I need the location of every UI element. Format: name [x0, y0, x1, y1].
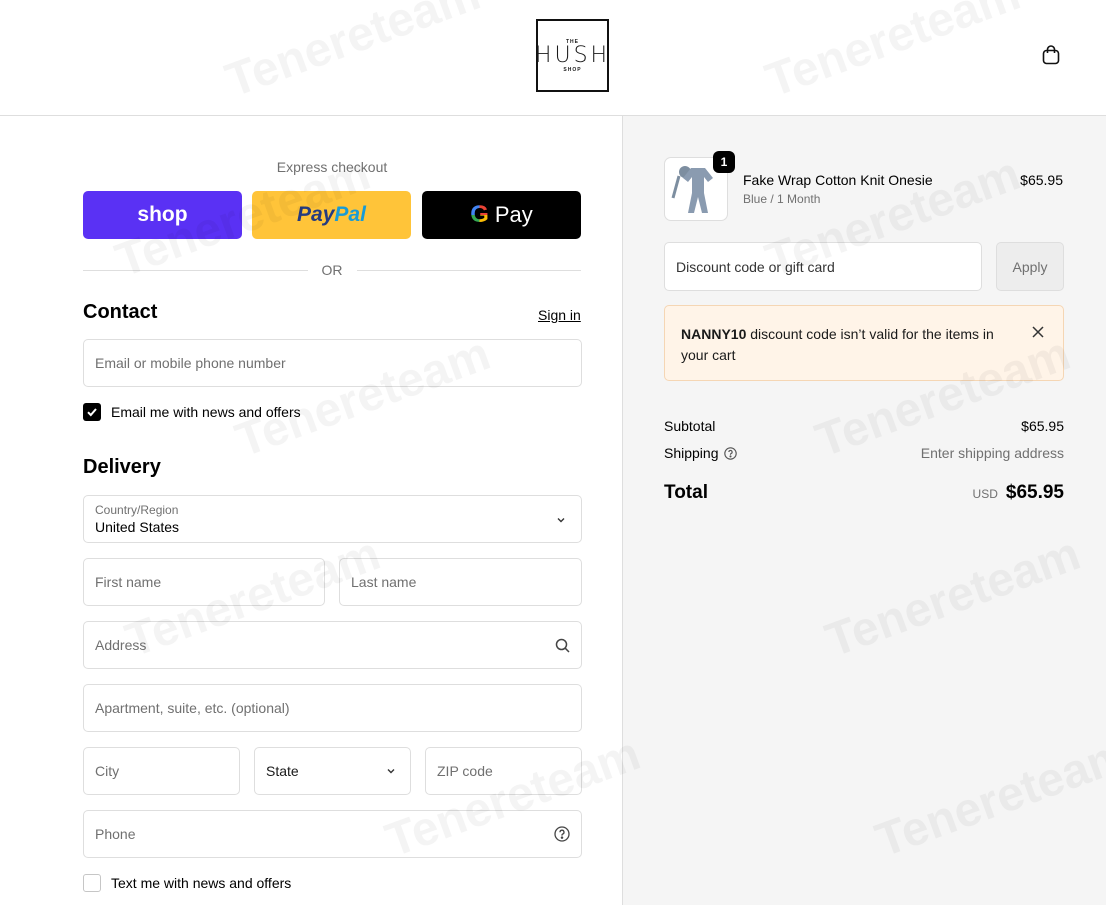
email-placeholder: Email or mobile phone number — [95, 355, 286, 371]
total-label: Total — [664, 482, 708, 503]
google-pay-label: Pay — [494, 202, 533, 227]
or-label: OR — [321, 262, 343, 278]
express-checkout-title: Express checkout — [276, 159, 388, 175]
phone-field[interactable]: Phone — [83, 810, 582, 858]
discount-code-text: NANNY10 — [681, 326, 747, 342]
total-value: $65.95 — [1005, 482, 1064, 503]
email-field[interactable]: Email or mobile phone number — [83, 339, 582, 387]
apartment-placeholder: Apartment, suite, etc. (optional) — [95, 700, 290, 716]
first-name-field[interactable]: First name — [83, 558, 325, 606]
help-icon[interactable] — [554, 826, 570, 842]
shopping-bag-icon[interactable] — [1040, 44, 1062, 66]
apply-button[interactable]: Apply — [996, 242, 1064, 291]
zip-field[interactable]: ZIP code — [425, 747, 582, 795]
header: THE HUSH SHOP — [0, 0, 1106, 116]
subtotal-label: Subtotal — [664, 418, 716, 434]
city-field[interactable]: City — [83, 747, 240, 795]
shipping-label: Shipping — [664, 445, 719, 461]
google-g-icon: G — [470, 201, 489, 228]
state-placeholder: State — [266, 763, 299, 779]
order-summary: 1 Fake Wrap Cotton Knit Onesie Blue / 1 … — [622, 116, 1106, 905]
paypal-label-pal: Pal — [334, 203, 366, 226]
city-placeholder: City — [95, 763, 120, 779]
quantity-badge: 1 — [713, 151, 735, 173]
product-name: Fake Wrap Cotton Knit Onesie — [743, 172, 933, 188]
apartment-field[interactable]: Apartment, suite, etc. (optional) — [83, 684, 582, 732]
last-name-placeholder: Last name — [351, 574, 417, 590]
paypal-button[interactable]: Pay Pal — [252, 191, 411, 239]
close-icon[interactable] — [1031, 324, 1047, 340]
logo-main-text: HUSH — [534, 42, 611, 68]
google-pay-button[interactable]: G Pay — [422, 191, 581, 239]
product-price: $65.95 — [1020, 172, 1063, 188]
shipping-row: Shipping Enter shipping address — [664, 445, 1064, 461]
currency-code: USD — [972, 487, 998, 501]
total-row: Total USD $65.95 — [664, 482, 1064, 504]
first-name-placeholder: First name — [95, 574, 162, 590]
email-news-checkbox[interactable]: Email me with news and offers — [83, 403, 301, 421]
country-label: Country/Region — [95, 503, 179, 517]
checkbox-checked-icon[interactable] — [83, 403, 101, 421]
store-logo[interactable]: THE HUSH SHOP — [534, 19, 611, 92]
discount-error-alert: NANNY10 discount code isn’t valid for th… — [664, 305, 1064, 381]
contact-heading: Contact — [83, 301, 158, 323]
sign-in-link[interactable]: Sign in — [538, 307, 581, 323]
subtotal-value: $65.95 — [1021, 418, 1064, 434]
delivery-heading: Delivery — [83, 456, 161, 478]
zip-placeholder: ZIP code — [437, 763, 493, 779]
phone-placeholder: Phone — [95, 826, 136, 842]
discount-code-input[interactable]: Discount code or gift card — [664, 242, 982, 291]
shipping-value: Enter shipping address — [920, 445, 1064, 461]
address-placeholder: Address — [95, 637, 147, 653]
or-divider: OR — [83, 261, 581, 279]
shop-pay-button[interactable]: shop — [83, 191, 242, 239]
shop-pay-label: shop — [137, 203, 188, 226]
divider-line — [356, 269, 581, 271]
email-news-label: Email me with news and offers — [111, 404, 301, 420]
logo-bottom-text: SHOP — [563, 66, 582, 73]
checkbox-unchecked-icon[interactable] — [83, 874, 101, 892]
product-variant: Blue / 1 Month — [743, 192, 821, 206]
paypal-label-pay: Pay — [297, 203, 335, 226]
divider-line — [83, 269, 308, 271]
checkout-form: Express checkout shop Pay Pal G Pay OR Co… — [0, 116, 622, 905]
state-select[interactable]: State — [254, 747, 411, 795]
chevron-down-icon — [383, 763, 399, 779]
subtotal-row: Subtotal $65.95 — [664, 418, 1064, 434]
search-icon[interactable] — [554, 637, 570, 653]
chevron-down-icon — [555, 513, 567, 529]
address-field[interactable]: Address — [83, 621, 582, 669]
country-select[interactable]: Country/Region United States — [83, 495, 582, 543]
last-name-field[interactable]: Last name — [339, 558, 582, 606]
discount-placeholder: Discount code or gift card — [676, 258, 835, 275]
text-news-checkbox[interactable]: Text me with news and offers — [83, 874, 291, 892]
text-news-label: Text me with news and offers — [111, 875, 292, 891]
help-icon[interactable] — [723, 447, 737, 460]
country-value: United States — [95, 519, 180, 535]
